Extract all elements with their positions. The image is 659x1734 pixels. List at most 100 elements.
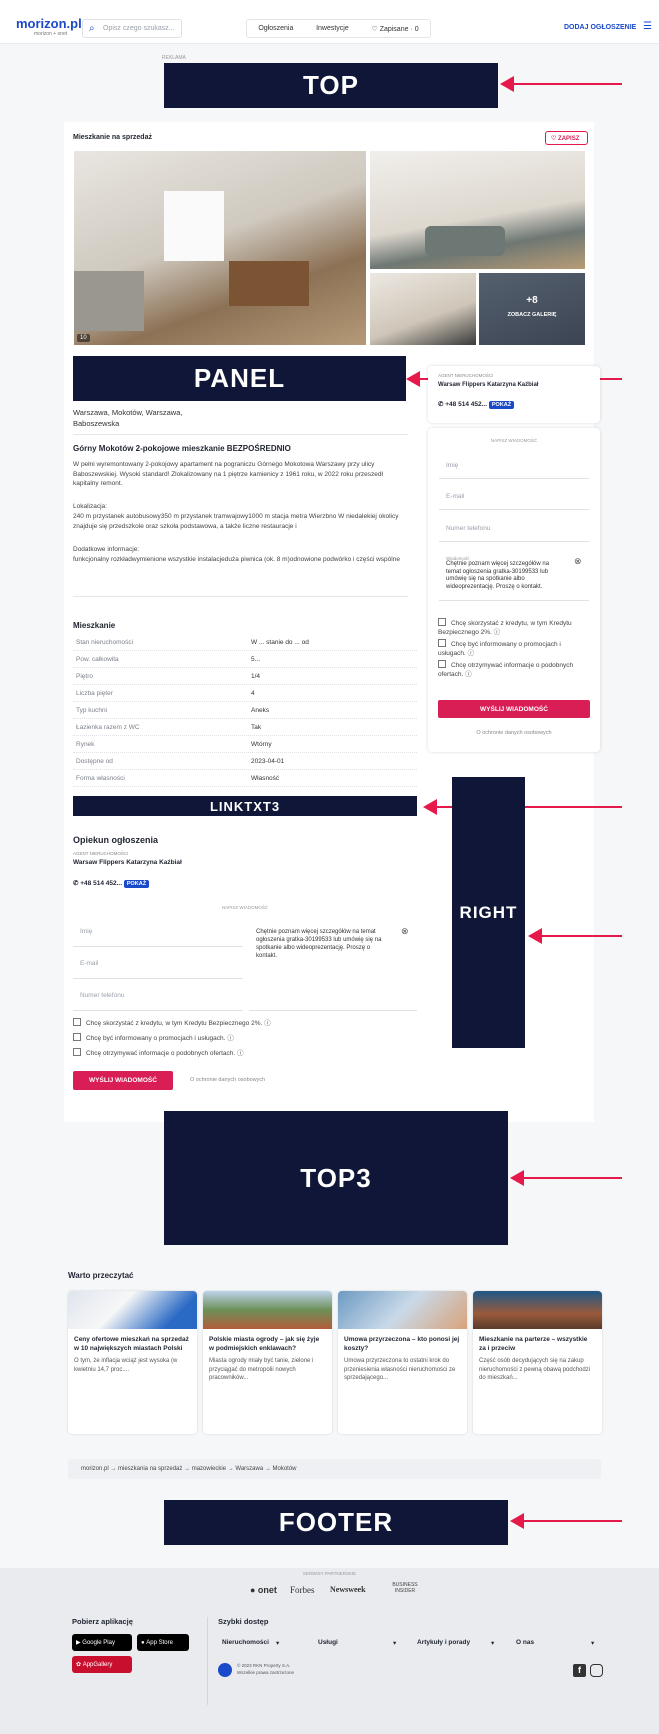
listing-type: Mieszkanie na sprzedaż: [73, 134, 152, 141]
partner-newsweek[interactable]: Newsweek: [330, 1585, 366, 1594]
detail-row: Stan nieruchomości W ... stanie do ... od: [73, 634, 417, 651]
checkbox-similar[interactable]: Chcę otrzymywać informacje o podobnych o…: [438, 660, 588, 679]
article-card[interactable]: Polskie miasta ogrody – jak się żyje w p…: [203, 1291, 332, 1434]
phone-input[interactable]: Numer telefonu: [439, 518, 589, 542]
location: Warszawa, Mokotów, Warszawa, Baboszewska: [73, 408, 183, 428]
article-card[interactable]: Ceny ofertowe mieszkań na sprzedaż w 10 …: [68, 1291, 197, 1434]
arrow-right: [528, 928, 622, 944]
contact-form-sidebar: NAPISZ WIADOMOŚĆ Imię E-mail Numer telef…: [428, 428, 600, 752]
agent-name-main: Warsaw Flippers Katarzyna Kaźbiał: [73, 859, 182, 866]
chevron-down-icon[interactable]: ▾: [491, 1639, 494, 1647]
phone-input-main[interactable]: Numer telefonu: [73, 985, 243, 1011]
footer-link-about[interactable]: O nas: [516, 1639, 534, 1646]
privacy-link-main[interactable]: O ochronie danych osobowych: [190, 1077, 265, 1083]
description-3: funkcjonalny rozkładwymienione wszystkie…: [73, 556, 400, 563]
ad-footer: FOOTER: [164, 1500, 508, 1545]
sofa: [74, 271, 144, 331]
huawei-icon: ✿: [76, 1662, 83, 1668]
email-input[interactable]: E-mail: [439, 486, 589, 510]
article-card[interactable]: Umowa przyrzeczona – kto ponosi jej kosz…: [338, 1291, 467, 1434]
agent-label-main: AGENT NIERUCHOMOŚCI: [73, 851, 129, 856]
search-icon: ⌕: [89, 23, 95, 34]
show-phone-button[interactable]: POKAŻ: [488, 401, 515, 409]
top-header: morizon.pl morizon + onet ⌕ Opisz czego …: [0, 0, 659, 44]
ad-right: RIGHT: [452, 777, 525, 1048]
site-footer: SERWISY PARTNERSKIE ● onet Forbes Newswe…: [0, 1568, 659, 1734]
send-message-button-main[interactable]: WYŚLIJ WIADOMOŚĆ: [73, 1071, 173, 1090]
ad-top3: TOP3: [164, 1111, 508, 1245]
ad-top: TOP: [164, 63, 498, 108]
footer-link-realestate[interactable]: Nieruchomości: [222, 1639, 269, 1646]
footer-link-services[interactable]: Usługi: [318, 1639, 338, 1646]
gallery-more-label: ZOBACZ GALERIĘ: [507, 312, 557, 318]
clear-icon[interactable]: ⊗: [401, 926, 409, 937]
checkbox-promo[interactable]: Chcę być informowany o promocjach i usłu…: [438, 639, 588, 658]
gallery-photo-3[interactable]: [370, 273, 476, 345]
divider: [207, 1617, 208, 1705]
divider: [73, 434, 408, 435]
app-store-button[interactable]: ● App Store: [137, 1634, 189, 1651]
chevron-down-icon[interactable]: ▾: [591, 1639, 594, 1647]
window: [164, 191, 224, 261]
show-phone-button-main[interactable]: POKAŻ: [123, 880, 150, 888]
nav-listings[interactable]: Ogłoszenia: [258, 25, 293, 32]
footer-link-articles[interactable]: Artykuły i porady: [417, 1639, 470, 1646]
description-1: W pełni wyremontowany 2-pokojowy apartam…: [73, 461, 383, 487]
chevron-down-icon[interactable]: ▾: [393, 1639, 396, 1647]
detail-row: Łazienka razem z WC Tak: [73, 719, 417, 736]
checkbox-promo-main[interactable]: Chcę być informowany o promocjach i usłu…: [73, 1033, 417, 1043]
partner-business-insider[interactable]: BUSINESS INSIDER: [385, 1582, 425, 1594]
arrow-top3: [510, 1170, 622, 1186]
rights: Wszelkie prawa zastrzeżone: [237, 1670, 295, 1675]
message-textarea-main[interactable]: Chętnie poznam więcej szczegółów na tema…: [249, 921, 417, 1011]
quick-access-title: Szybki dostęp: [218, 1617, 269, 1626]
copyright: © 2023 RKN Property S.A.: [237, 1663, 291, 1668]
add-listing-button[interactable]: DODAJ OGŁOSZENIE: [564, 24, 636, 31]
checkbox-credit-main[interactable]: Chcę skorzystać z kredytu, w tym Kredytu…: [73, 1018, 417, 1028]
chevron-down-icon[interactable]: ▾: [276, 1639, 279, 1647]
logo[interactable]: morizon.pl: [16, 16, 82, 31]
sideboard: [229, 261, 309, 306]
partner-forbes[interactable]: Forbes: [290, 1585, 315, 1595]
gallery-more-count: +8: [526, 295, 538, 306]
listing-title: Górny Mokotów 2-pokojowe mieszkanie BEZP…: [73, 444, 291, 453]
clear-icon[interactable]: ⊗: [574, 556, 582, 567]
arrow-top: [500, 76, 622, 92]
name-input-main[interactable]: Imię: [73, 921, 243, 947]
arrow-footer: [510, 1513, 622, 1529]
partners-label: SERWISY PARTNERSKIE: [302, 1571, 357, 1576]
form-label-main: NAPISZ WIADOMOŚĆ: [221, 905, 269, 910]
checkbox-similar-main[interactable]: Chcę otrzymywać informacje o podobnych o…: [73, 1048, 417, 1058]
ad-linktxt3: LINKTXT3: [73, 796, 417, 816]
nav-saved[interactable]: ♡ Zapisane · 0: [371, 25, 418, 33]
article-card[interactable]: Mieszkanie na parterze – wszystkie za i …: [473, 1291, 602, 1434]
gallery-more[interactable]: +8 ZOBACZ GALERIĘ: [479, 273, 585, 345]
breadcrumb[interactable]: morizon.pl → mieszkania na sprzedaż → ma…: [68, 1459, 601, 1479]
app-gallery-button[interactable]: ✿ AppGallery: [72, 1656, 132, 1673]
message-textarea[interactable]: Wiadomość Chętnie poznam więcej szczegół…: [439, 549, 589, 601]
sofa-2: [425, 226, 505, 256]
facebook-icon[interactable]: f: [573, 1664, 586, 1677]
nav-investments[interactable]: Inwestycje: [316, 25, 349, 32]
search-placeholder: Opisz czego szukasz...: [103, 25, 175, 32]
main-photo[interactable]: 10: [74, 151, 366, 345]
privacy-link[interactable]: O ochronie danych osobowych: [428, 730, 600, 736]
send-message-button[interactable]: WYŚLIJ WIADOMOŚĆ: [438, 700, 590, 718]
menu-icon[interactable]: ☰: [643, 21, 652, 32]
read-section-title: Warto przeczytać: [68, 1271, 134, 1280]
detail-row: Pow. całkowita 5...: [73, 651, 417, 668]
save-button[interactable]: ♡ ZAPISZ: [545, 131, 588, 145]
instagram-icon[interactable]: [590, 1664, 603, 1677]
agent-box-sidebar: AGENT NIERUCHOMOŚCI Warsaw Flippers Kata…: [428, 366, 600, 423]
search-input[interactable]: ⌕ Opisz czego szukasz...: [82, 19, 182, 38]
gallery-photo-2[interactable]: [370, 151, 585, 269]
agent-section-title: Opiekun ogłoszenia: [73, 835, 159, 845]
partner-onet[interactable]: ● onet: [250, 1585, 277, 1595]
google-play-button[interactable]: ▶ Google Play: [72, 1634, 132, 1651]
detail-row: Piętro 1/4: [73, 668, 417, 685]
email-input-main[interactable]: E-mail: [73, 953, 243, 979]
name-input[interactable]: Imię: [439, 455, 589, 479]
agent-name: Warsaw Flippers Katarzyna Kaźbiał: [438, 382, 539, 388]
checkbox-credit[interactable]: Chcę skorzystać z kredytu, w tym Kredytu…: [438, 618, 588, 637]
agent-phone: ✆ +48 514 452... POKAŻ: [438, 400, 515, 409]
